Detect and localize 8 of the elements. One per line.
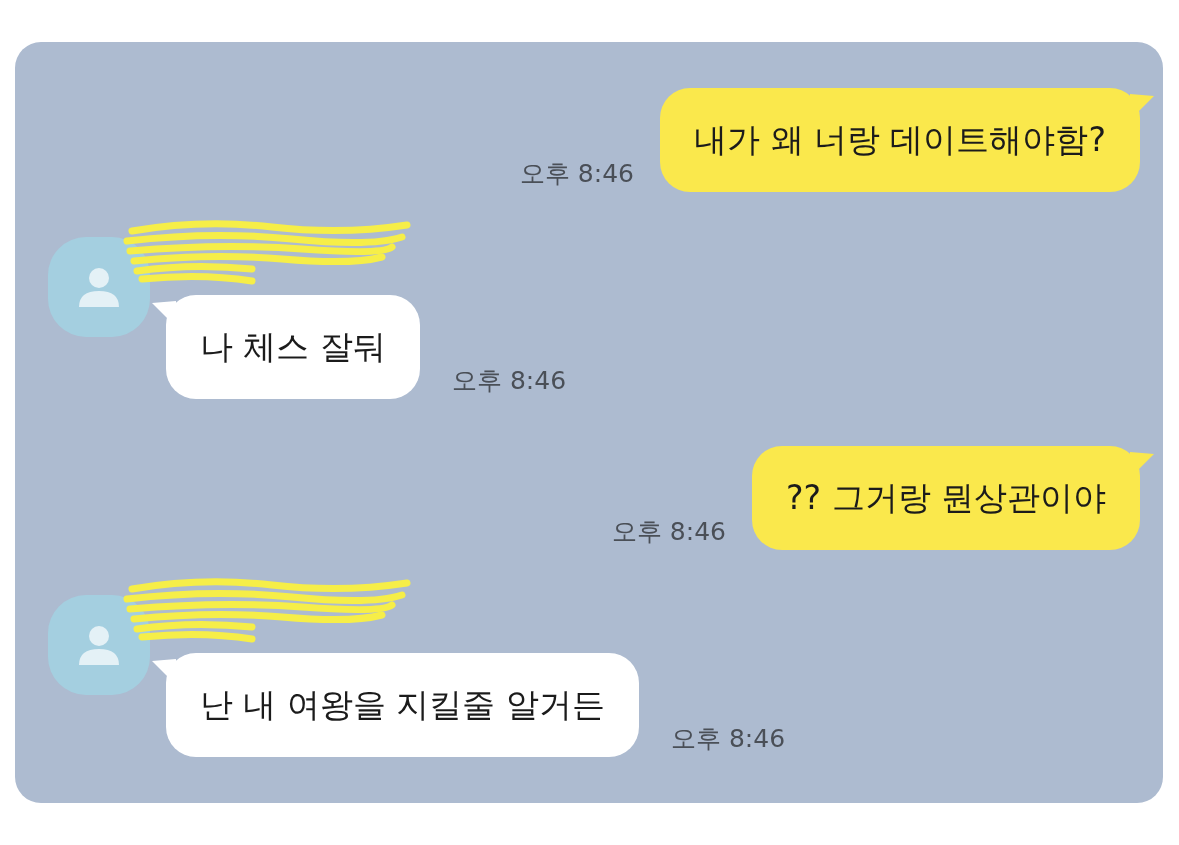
message-time: 오후 8:46 bbox=[519, 158, 634, 190]
message-time: 오후 8:46 bbox=[611, 516, 726, 548]
person-icon bbox=[77, 625, 121, 665]
person-icon bbox=[77, 267, 121, 307]
avatar[interactable] bbox=[48, 237, 150, 337]
message-time: 오후 8:46 bbox=[670, 723, 786, 755]
message-time: 오후 8:46 bbox=[452, 365, 567, 397]
avatar[interactable] bbox=[48, 595, 150, 695]
